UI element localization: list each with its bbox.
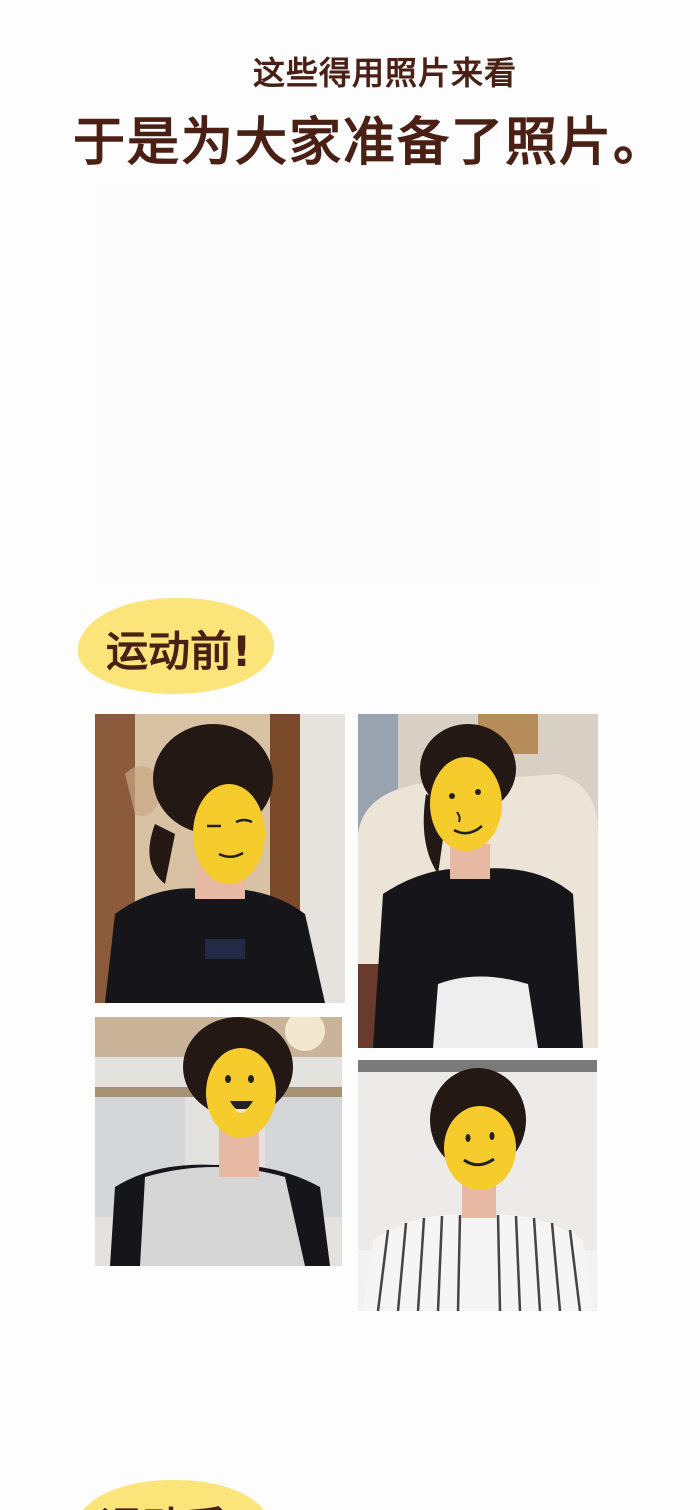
article-page: 这些得用照片来看 于是为大家准备了照片。 运动前! <box>0 0 700 1510</box>
blank-image-area <box>96 185 600 585</box>
photo-before-1 <box>95 714 345 1003</box>
photo-before-2 <box>358 714 598 1048</box>
after-label: 运动后! <box>100 1494 245 1510</box>
subtitle-text: 这些得用照片来看 <box>252 54 517 92</box>
face-sleepy-icon <box>193 784 265 884</box>
page-title: 于是为大家准备了照片。 <box>72 113 667 173</box>
before-label: 运动前! <box>106 627 252 676</box>
photo-before-3 <box>95 1017 342 1266</box>
face-smirk-icon <box>430 757 502 851</box>
photo-before-4 <box>358 1060 597 1311</box>
face-laughing-icon <box>206 1048 276 1138</box>
face-smile-icon <box>444 1106 516 1190</box>
